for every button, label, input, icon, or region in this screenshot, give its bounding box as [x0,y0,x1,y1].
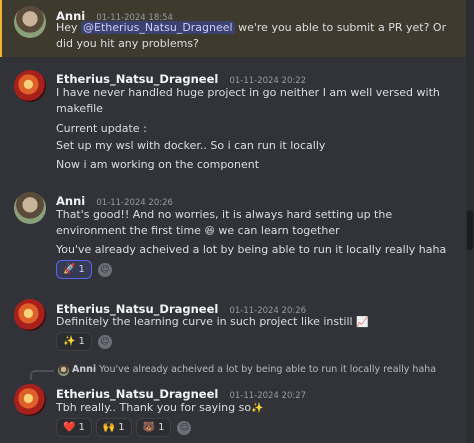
reaction-count: 1 [78,336,85,347]
heart-icon: ❤️ [63,422,76,433]
message-highlighted: Anni 01-11-2024 18:54 Hey @Etherius_Nats… [0,0,474,57]
laughing-emoji-icon: 😆 [204,226,215,237]
scrollbar-thumb[interactable] [467,210,473,250]
message-text: Now i am working on the component [56,158,260,171]
message-text: Definitely the learning curve in such pr… [56,315,357,328]
reaction-heart[interactable]: ❤️ 1 [56,418,92,437]
author-name[interactable]: Etherius_Natsu_Dragneel [56,387,218,401]
message-text: You've already acheived a lot by being a… [56,243,447,256]
message-text: Set up my wsl with docker.. So i can run… [56,139,326,152]
user-mention[interactable]: @Etherius_Natsu_Dragneel [81,21,235,34]
reaction-count: 1 [158,422,165,433]
reaction-custom[interactable]: 🐻 1 [135,418,172,437]
message: Etherius_Natsu_Dragneel 01-11-2024 20:27… [0,380,474,443]
chart-increasing-emoji-icon: 📈 [356,317,369,328]
reaction-count: 1 [78,264,85,275]
message: Etherius_Natsu_Dragneel 01-11-2024 20:22… [0,62,474,182]
sparkles-icon: ✨ [63,336,76,347]
reply-author: Anni [72,364,97,375]
reply-preview[interactable]: Anni You've already acheived a lot by bei… [72,364,436,375]
raised-hands-icon: 🙌 [102,422,116,433]
author-name[interactable]: Anni [56,194,85,208]
message-text: we're you able to submit a PR yet? Or [234,21,447,34]
reply-avatar[interactable] [58,365,69,376]
reaction-sparkles[interactable]: ✨ 1 [56,332,92,351]
message-text: makefile [56,102,103,115]
add-reaction-icon[interactable]: ☺ [177,420,192,435]
reply-spine [30,370,54,380]
message-text: we can learn together [214,224,340,237]
message-text: Current update : [56,122,147,135]
avatar[interactable] [14,70,46,102]
reaction-count: 1 [78,422,85,433]
message-text: did you hit any problems? [56,37,199,50]
add-reaction-icon[interactable]: ☺ [97,334,112,349]
avatar[interactable] [14,192,46,224]
message-text: environment the first time [56,224,201,237]
message-text: That's good!! And no worries, it is alwa… [56,208,393,221]
avatar[interactable] [14,384,46,416]
bear-face-icon: 🐻 [142,422,156,433]
message: Anni 01-11-2024 20:26 That's good!! And … [0,186,474,286]
message-text: Tbh really.. Thank you for saying so [56,401,252,414]
message: Etherius_Natsu_Dragneel 01-11-2024 20:26… [0,294,474,351]
rocket-icon: 🚀 [63,264,76,275]
avatar[interactable] [14,6,46,38]
reaction-raised-hands[interactable]: 🙌 1 [95,418,132,437]
reply-text: You've already acheived a lot by being a… [99,364,437,375]
add-reaction-icon[interactable]: ☺ [97,262,112,277]
avatar[interactable] [14,299,46,331]
message-text: Hey [56,21,82,34]
author-name[interactable]: Etherius_Natsu_Dragneel [56,72,218,86]
sparkles-emoji-icon: ✨ [251,403,264,414]
reaction-rocket[interactable]: 🚀 1 [56,260,92,279]
scrollbar-track[interactable] [466,0,474,443]
reaction-count: 1 [118,422,125,433]
message-text: I have never handled huge project in go … [56,86,440,99]
